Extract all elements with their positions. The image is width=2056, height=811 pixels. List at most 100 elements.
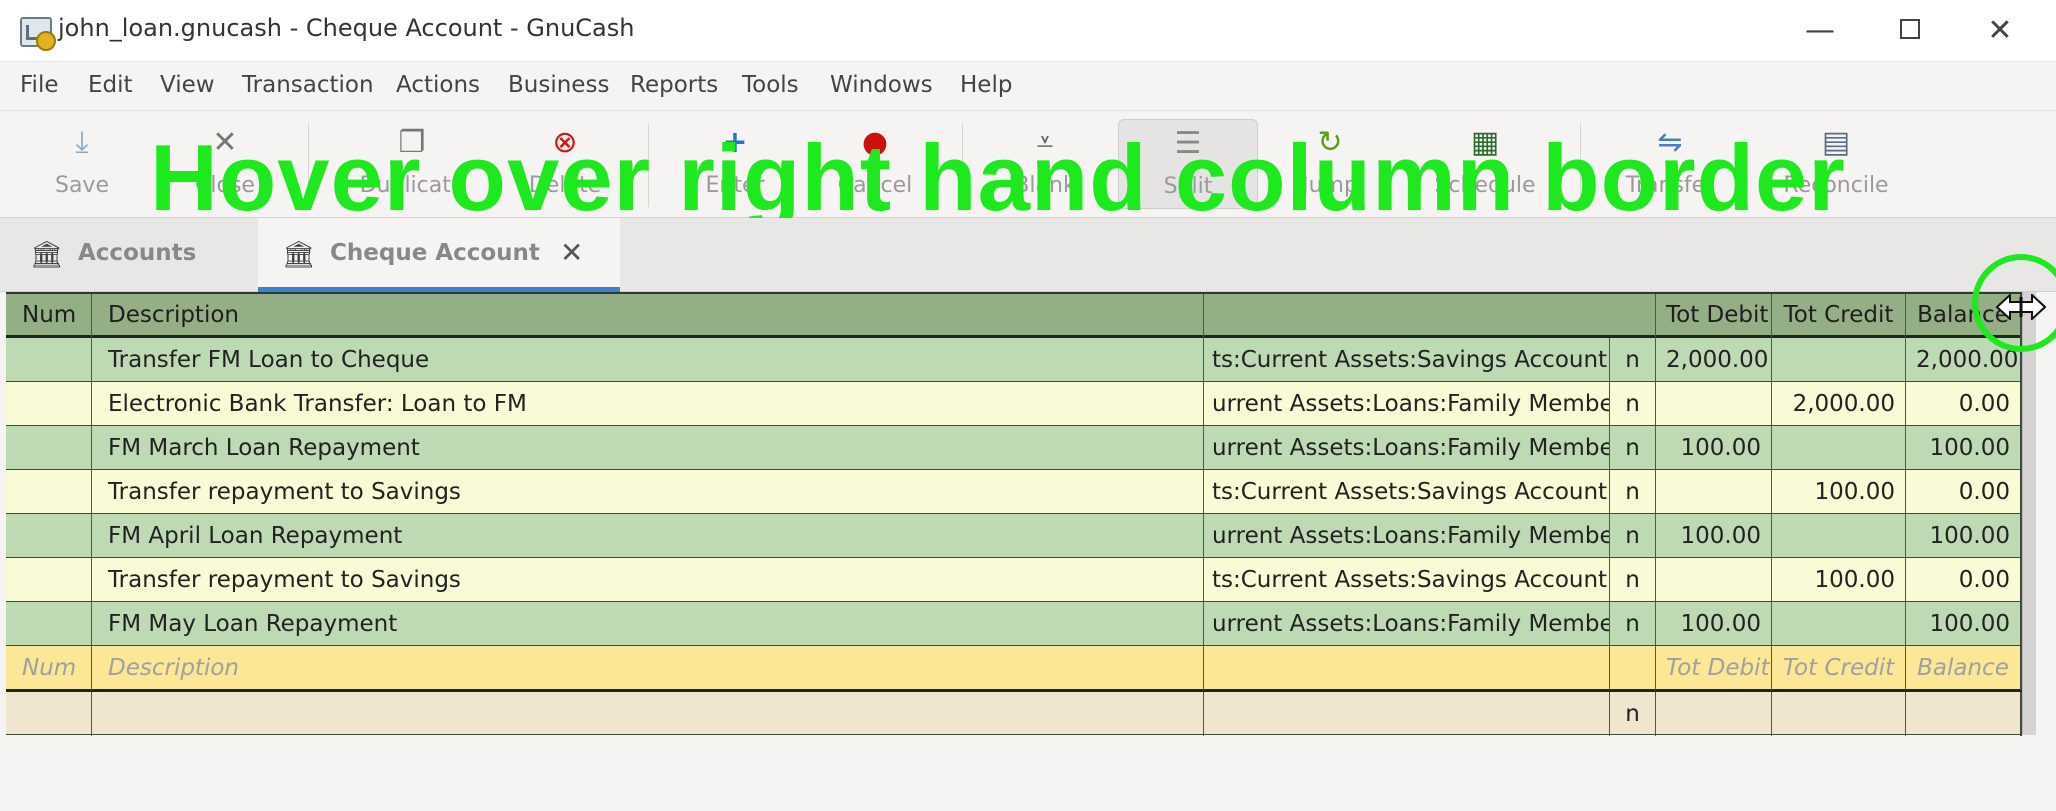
cell-reconcile-status[interactable]: n	[1610, 470, 1656, 514]
menu-help[interactable]: Help	[960, 72, 1012, 98]
menu-transaction[interactable]: Transaction	[242, 72, 374, 98]
tab-close-icon[interactable]: ✕	[560, 236, 583, 269]
cell-credit[interactable]: 100.00	[1772, 558, 1906, 602]
cell-debit[interactable]	[1656, 382, 1772, 426]
window-close-button[interactable]: ✕	[1970, 10, 2030, 52]
gnucash-app-icon	[20, 17, 56, 51]
maximize-button[interactable]	[1880, 10, 1940, 52]
blank-cell-num[interactable]: Num	[6, 646, 92, 690]
table-row[interactable]: Transfer repayment to Savings ts:Current…	[6, 470, 2022, 514]
menu-tools[interactable]: Tools	[742, 72, 799, 98]
blank-transaction-row[interactable]: Num Description Tot Debit Tot Credit Bal…	[6, 646, 2022, 692]
tutorial-overlay-instruction: Hover over right hand column border	[150, 125, 1846, 230]
menu-bar: File Edit View Transaction Actions Busin…	[0, 62, 2056, 110]
cell-description[interactable]: FM May Loan Repayment	[92, 602, 1204, 646]
table-row[interactable]: Electronic Bank Transfer: Loan to FM urr…	[6, 382, 2022, 426]
tab-accounts[interactable]: 🏛 Accounts	[6, 218, 256, 292]
cell-credit[interactable]	[1772, 514, 1906, 558]
table-row[interactable]: Transfer repayment to Savings ts:Current…	[6, 558, 2022, 602]
cell-num[interactable]	[6, 426, 92, 470]
save-button[interactable]: ⤓ Save	[42, 119, 122, 209]
cell-credit[interactable]: 100.00	[1772, 470, 1906, 514]
blank-cell-transfer-account[interactable]	[1204, 646, 1610, 690]
tab-cheque-account[interactable]: 🏛 Cheque Account ✕	[258, 218, 620, 292]
column-header-tot-debit[interactable]: Tot Debit	[1656, 294, 1772, 338]
column-header-description[interactable]: Description	[92, 294, 1204, 338]
cell-reconcile-status[interactable]: n	[1610, 338, 1656, 382]
cell-description[interactable]: FM April Loan Repayment	[92, 514, 1204, 558]
cell-credit[interactable]: 2,000.00	[1772, 382, 1906, 426]
cell-debit[interactable]: 100.00	[1656, 426, 1772, 470]
cell-description[interactable]: Transfer repayment to Savings	[92, 470, 1204, 514]
column-resize-cursor-icon	[1996, 294, 2046, 320]
blank-cell-balance: Balance	[1906, 646, 2022, 690]
split-cell-transfer-account[interactable]	[1204, 692, 1610, 736]
table-row[interactable]: FM March Loan Repayment urrent Assets:Lo…	[6, 426, 2022, 470]
cell-transfer-account[interactable]: urrent Assets:Loans:Family Member	[1204, 514, 1610, 558]
cell-num[interactable]	[6, 602, 92, 646]
menu-windows[interactable]: Windows	[830, 72, 933, 98]
cell-credit[interactable]	[1772, 338, 1906, 382]
table-row[interactable]: FM April Loan Repayment urrent Assets:Lo…	[6, 514, 2022, 558]
column-header-tot-credit[interactable]: Tot Credit	[1772, 294, 1906, 338]
tab-bar: 🏛 Accounts 🏛 Cheque Account ✕	[0, 218, 2056, 292]
cell-balance: 100.00	[1906, 602, 2022, 646]
table-row[interactable]: Transfer FM Loan to Cheque ts:Current As…	[6, 338, 2022, 382]
cell-num[interactable]	[6, 382, 92, 426]
cell-credit[interactable]	[1772, 426, 1906, 470]
bank-icon: 🏛	[282, 240, 316, 270]
cell-reconcile-status[interactable]: n	[1610, 382, 1656, 426]
cell-transfer-account[interactable]: urrent Assets:Loans:Family Member	[1204, 602, 1610, 646]
cell-debit[interactable]: 2,000.00	[1656, 338, 1772, 382]
cell-num[interactable]	[6, 338, 92, 382]
cell-num[interactable]	[6, 558, 92, 602]
cell-reconcile-status[interactable]: n	[1610, 514, 1656, 558]
cell-debit[interactable]	[1656, 470, 1772, 514]
cell-reconcile-status[interactable]: n	[1610, 602, 1656, 646]
cell-reconcile-status[interactable]: n	[1610, 426, 1656, 470]
column-header-num[interactable]: Num	[6, 294, 92, 338]
register-vertical-scrollbar[interactable]	[2022, 292, 2036, 735]
window-title: john_loan.gnucash - Cheque Account - Gnu…	[58, 14, 635, 42]
cell-description[interactable]: Transfer FM Loan to Cheque	[92, 338, 1204, 382]
cell-reconcile-status[interactable]: n	[1610, 558, 1656, 602]
split-cell-reconcile-status[interactable]: n	[1610, 692, 1656, 736]
cell-num[interactable]	[6, 514, 92, 558]
blank-cell-description[interactable]: Description	[92, 646, 1204, 690]
cell-transfer-account[interactable]: ts:Current Assets:Savings Account 2	[1204, 558, 1610, 602]
cell-description[interactable]: FM March Loan Repayment	[92, 426, 1204, 470]
column-header-transfer[interactable]	[1204, 294, 1656, 338]
cell-transfer-account[interactable]: urrent Assets:Loans:Family Member	[1204, 426, 1610, 470]
cell-debit[interactable]: 100.00	[1656, 514, 1772, 558]
cell-balance: 0.00	[1906, 382, 2022, 426]
cell-debit[interactable]	[1656, 558, 1772, 602]
table-row[interactable]: FM May Loan Repayment urrent Assets:Loan…	[6, 602, 2022, 646]
cell-description[interactable]: Transfer repayment to Savings	[92, 558, 1204, 602]
split-cell-num[interactable]	[6, 692, 92, 736]
cell-balance: 100.00	[1906, 514, 2022, 558]
split-cell-credit[interactable]	[1772, 692, 1906, 736]
menu-edit[interactable]: Edit	[88, 72, 133, 98]
split-cell-description[interactable]	[92, 692, 1204, 736]
menu-actions[interactable]: Actions	[396, 72, 480, 98]
cell-transfer-account[interactable]: ts:Current Assets:Savings Account 1	[1204, 338, 1610, 382]
cell-credit[interactable]	[1772, 602, 1906, 646]
cell-num[interactable]	[6, 470, 92, 514]
cell-transfer-account[interactable]: ts:Current Assets:Savings Account 2	[1204, 470, 1610, 514]
menu-view[interactable]: View	[160, 72, 215, 98]
blank-cell-debit[interactable]: Tot Debit	[1656, 646, 1772, 690]
minimize-button[interactable]: —	[1790, 10, 1850, 52]
blank-cell-reconcile-status[interactable]	[1610, 646, 1656, 690]
title-bar: john_loan.gnucash - Cheque Account - Gnu…	[0, 0, 2056, 62]
cell-debit[interactable]: 100.00	[1656, 602, 1772, 646]
save-icon: ⤓	[75, 125, 89, 160]
cell-description[interactable]: Electronic Bank Transfer: Loan to FM	[92, 382, 1204, 426]
blank-cell-credit[interactable]: Tot Credit	[1772, 646, 1906, 690]
split-cell-debit[interactable]	[1656, 692, 1772, 736]
menu-file[interactable]: File	[20, 72, 59, 98]
cell-transfer-account[interactable]: urrent Assets:Loans:Family Member	[1204, 382, 1610, 426]
split-row[interactable]: n	[6, 692, 2022, 736]
menu-business[interactable]: Business	[508, 72, 609, 98]
maximize-icon	[1900, 18, 1920, 39]
menu-reports[interactable]: Reports	[630, 72, 718, 98]
